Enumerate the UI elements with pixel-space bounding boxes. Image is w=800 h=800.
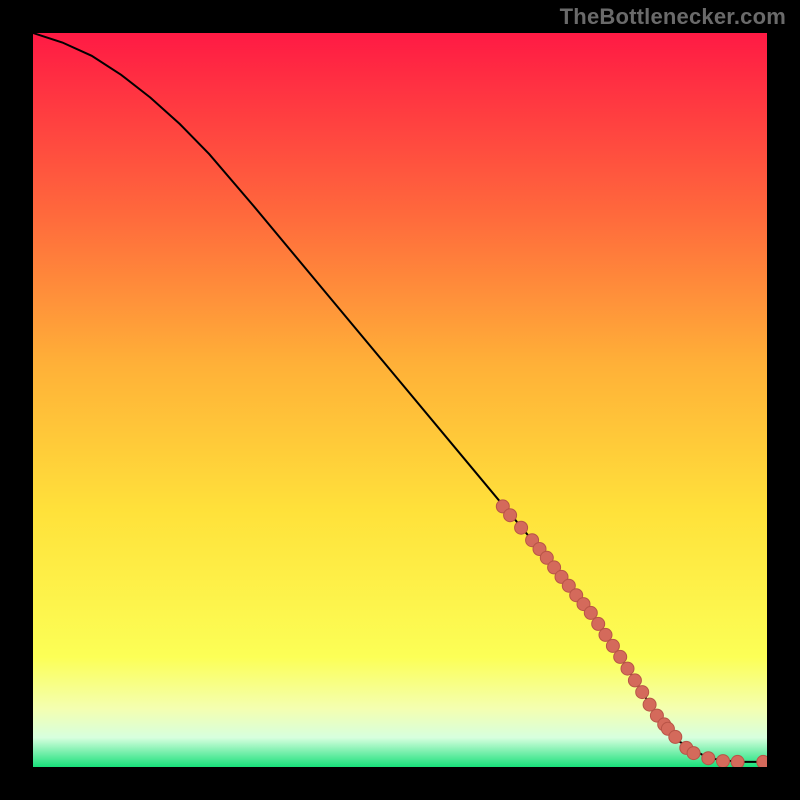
plot-svg — [33, 33, 767, 767]
data-marker — [504, 509, 517, 522]
data-marker — [757, 755, 767, 767]
data-marker — [515, 521, 528, 534]
data-marker — [717, 755, 730, 767]
data-marker — [599, 628, 612, 641]
data-marker — [621, 662, 634, 675]
plot-area — [33, 33, 767, 767]
chart-frame: TheBottlenecker.com — [0, 0, 800, 800]
data-marker — [636, 686, 649, 699]
data-marker — [592, 617, 605, 630]
gradient-background — [33, 33, 767, 767]
data-marker — [606, 639, 619, 652]
data-marker — [731, 755, 744, 767]
data-marker — [687, 747, 700, 760]
watermark-text: TheBottlenecker.com — [560, 4, 786, 30]
data-marker — [702, 752, 715, 765]
data-marker — [584, 606, 597, 619]
data-marker — [643, 698, 656, 711]
data-marker — [628, 674, 641, 687]
data-marker — [669, 730, 682, 743]
data-marker — [614, 650, 627, 663]
